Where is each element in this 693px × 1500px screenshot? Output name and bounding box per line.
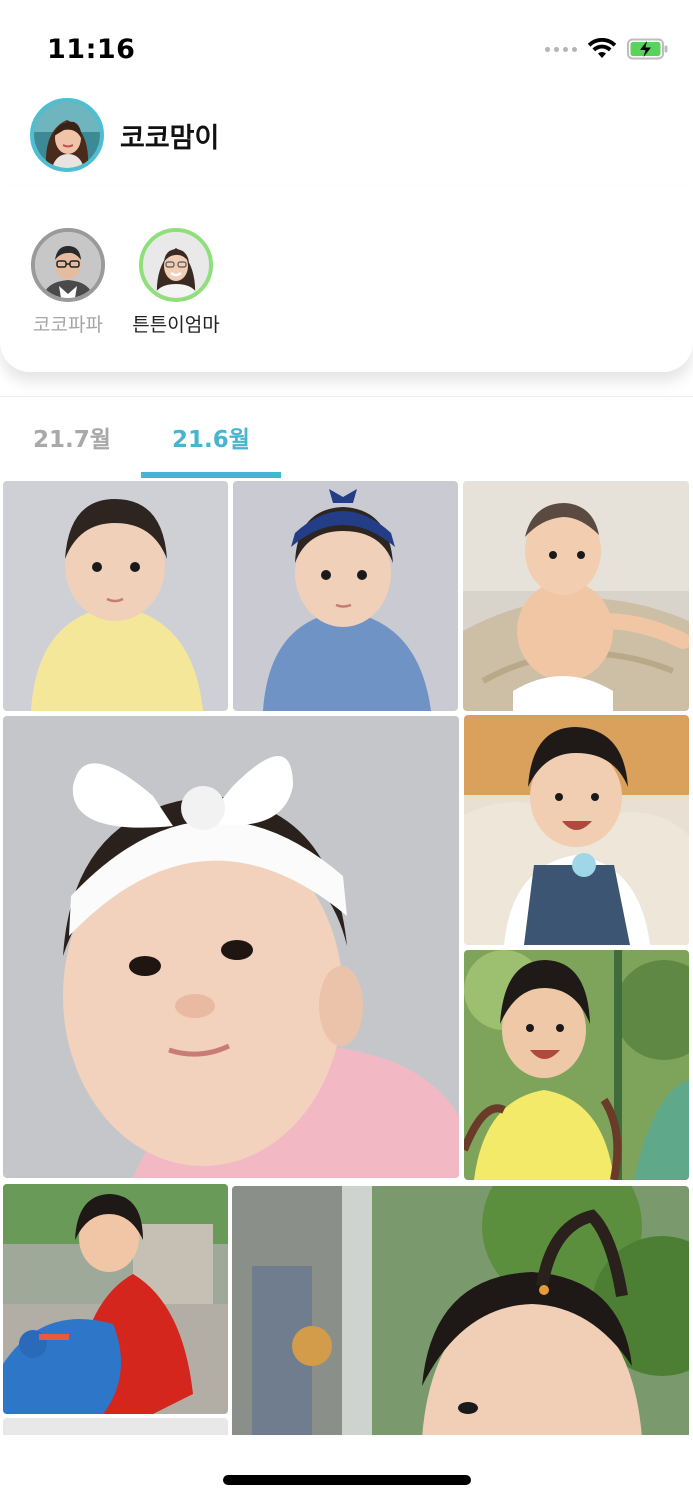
family-member-teunteun-mom[interactable]: 튼튼이엄마 bbox=[121, 228, 231, 337]
photo-baby-smiling-overalls[interactable] bbox=[464, 715, 689, 945]
photo-baby-white-bow-closeup[interactable] bbox=[3, 716, 459, 1178]
tab-2021-06[interactable]: 21.6월 bbox=[172, 420, 250, 454]
photo-baby-yellow-shirt-outdoor[interactable] bbox=[464, 950, 689, 1180]
member-label: 코코파파 bbox=[33, 314, 103, 336]
home-indicator[interactable] bbox=[223, 1475, 471, 1485]
member-avatar bbox=[139, 228, 213, 302]
tab-2021-07[interactable]: 21.7월 bbox=[33, 420, 111, 454]
home-bar-area bbox=[0, 1435, 693, 1500]
member-label: 튼튼이엄마 bbox=[132, 314, 220, 336]
photo-baby-yellow-top[interactable] bbox=[3, 481, 228, 711]
active-tab-indicator bbox=[141, 472, 281, 478]
user-avatar[interactable] bbox=[30, 98, 104, 172]
member-avatar bbox=[31, 228, 105, 302]
cellular-signal-icon bbox=[545, 46, 577, 52]
photo-baby-ponytail-outdoor[interactable] bbox=[232, 1186, 689, 1438]
wifi-icon bbox=[587, 38, 617, 58]
photo-baby-red-dress-toy[interactable] bbox=[3, 1184, 228, 1414]
profile-name: 코코맘이 bbox=[120, 122, 220, 154]
battery-charging-icon bbox=[627, 38, 668, 60]
photo-baby-blue-headband[interactable] bbox=[233, 481, 458, 711]
status-time: 11:16 bbox=[47, 34, 136, 65]
photo-baby-wicker-chair[interactable] bbox=[463, 481, 689, 711]
profile-header[interactable]: 코코맘이 bbox=[30, 98, 219, 172]
family-members-card: 코코파파 튼튼이엄마 bbox=[0, 186, 693, 372]
screen: 11:16 코코맘이 코코파파 튼튼이엄마 21.7월 21.6월 bbox=[0, 0, 693, 1500]
status-icons bbox=[545, 38, 669, 60]
family-member-coco-papa[interactable]: 코코파파 bbox=[13, 228, 123, 337]
